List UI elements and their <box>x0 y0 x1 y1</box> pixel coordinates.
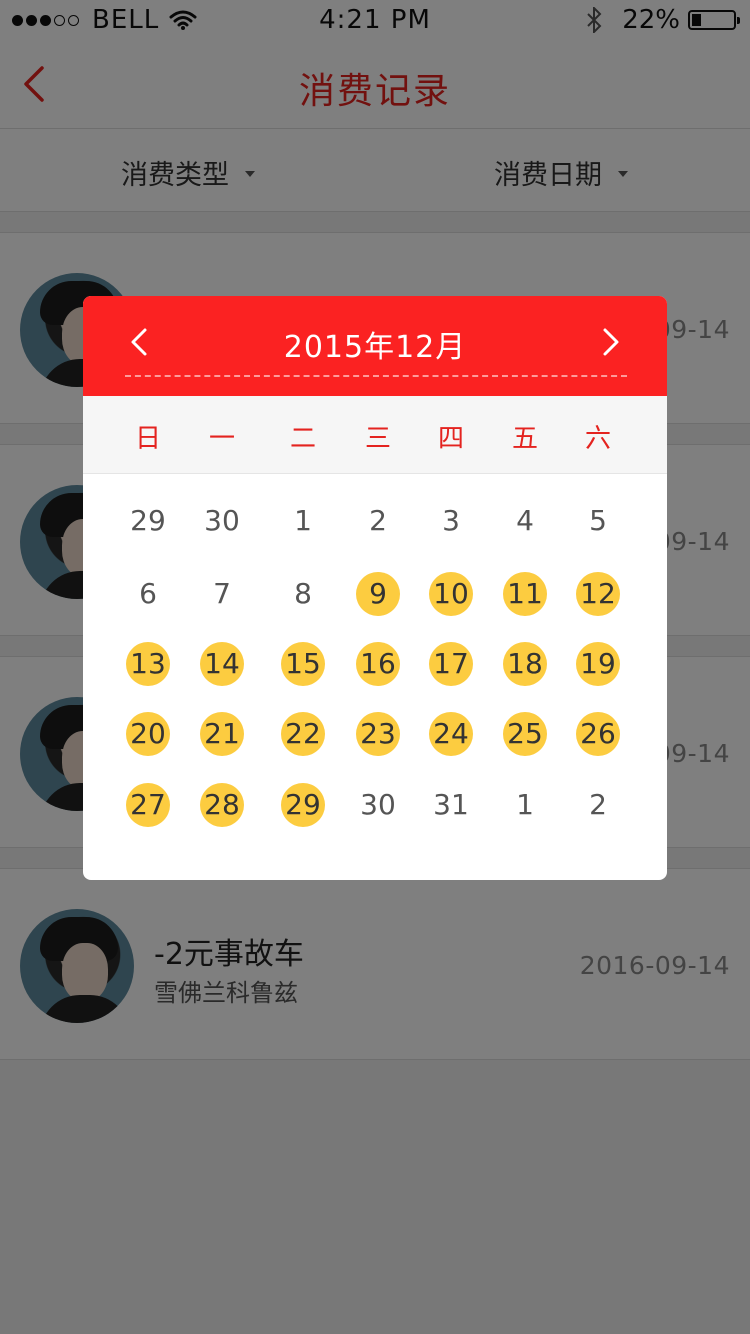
weekday-label: 二 <box>289 424 316 454</box>
calendar-day-highlighted[interactable]: 23 <box>356 712 400 756</box>
calendar-day-highlighted[interactable]: 25 <box>503 712 547 756</box>
calendar-day-highlighted[interactable]: 28 <box>200 783 244 827</box>
title-underline <box>125 375 627 377</box>
calendar-month-title: 2015年12月 <box>283 330 467 365</box>
screen: BELL 4:21 PM 22% 消费记录 <box>0 0 750 1334</box>
calendar-day-highlighted[interactable]: 10 <box>429 572 473 616</box>
calendar-day[interactable]: 30 <box>200 499 244 543</box>
calendar-day[interactable]: 30 <box>356 783 400 827</box>
weekday-label: 三 <box>364 424 391 454</box>
calendar-day-highlighted[interactable]: 22 <box>281 712 325 756</box>
calendar-day-highlighted[interactable]: 29 <box>281 783 325 827</box>
weekday-label: 一 <box>208 424 235 454</box>
calendar-day[interactable]: 29 <box>126 499 170 543</box>
calendar-day[interactable]: 2 <box>356 499 400 543</box>
calendar-day[interactable]: 1 <box>281 499 325 543</box>
calendar-day-highlighted[interactable]: 14 <box>200 642 244 686</box>
calendar-day[interactable]: 8 <box>281 572 325 616</box>
calendar-day[interactable]: 3 <box>429 499 473 543</box>
weekday-label: 六 <box>584 424 611 454</box>
calendar-day-highlighted[interactable]: 11 <box>503 572 547 616</box>
calendar-day-highlighted[interactable]: 20 <box>126 712 170 756</box>
calendar-day-highlighted[interactable]: 13 <box>126 642 170 686</box>
calendar-day[interactable]: 31 <box>429 783 473 827</box>
calendar-day[interactable]: 4 <box>503 499 547 543</box>
calendar-header: 2015年12月 <box>83 296 667 396</box>
calendar-day-highlighted[interactable]: 9 <box>356 572 400 616</box>
calendar-day-highlighted[interactable]: 17 <box>429 642 473 686</box>
calendar-day-highlighted[interactable]: 19 <box>576 642 620 686</box>
calendar-day[interactable]: 5 <box>576 499 620 543</box>
calendar-day-highlighted[interactable]: 18 <box>503 642 547 686</box>
weekday-header: 日一二三四五六 <box>83 396 667 474</box>
calendar-day[interactable]: 7 <box>200 572 244 616</box>
weekday-label: 五 <box>511 424 538 454</box>
calendar-day-highlighted[interactable]: 15 <box>281 642 325 686</box>
calendar-day-highlighted[interactable]: 27 <box>126 783 170 827</box>
weekday-label: 四 <box>437 424 464 454</box>
calendar-popup: 2015年12月 日一二三四五六 29 30 1 2 3 4 5 6 7 8 9 10 11 12 13 14… <box>83 296 667 880</box>
calendar-day-highlighted[interactable]: 16 <box>356 642 400 686</box>
weekday-label: 日 <box>134 424 161 454</box>
calendar-day[interactable]: 6 <box>126 572 170 616</box>
calendar-day-highlighted[interactable]: 12 <box>576 572 620 616</box>
calendar-day-highlighted[interactable]: 24 <box>429 712 473 756</box>
calendar-day-highlighted[interactable]: 21 <box>200 712 244 756</box>
calendar-day[interactable]: 2 <box>576 783 620 827</box>
calendar-day[interactable]: 1 <box>503 783 547 827</box>
calendar-day-highlighted[interactable]: 26 <box>576 712 620 756</box>
chevron-right-icon[interactable] <box>591 322 631 362</box>
